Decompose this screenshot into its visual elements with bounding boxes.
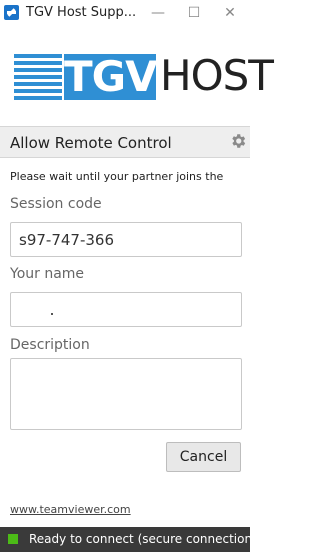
description-field[interactable] — [10, 358, 242, 430]
cancel-button[interactable]: Cancel — [166, 442, 241, 472]
wait-message: Please wait until your partner joins the — [10, 170, 224, 183]
gear-icon[interactable] — [229, 132, 247, 150]
close-button[interactable]: ✕ — [212, 0, 248, 26]
section-title: Allow Remote Control — [10, 134, 172, 152]
status-text: Ready to connect (secure connection) — [29, 532, 257, 546]
logo-stripes — [14, 54, 62, 100]
logo-brand-box: TGV — [64, 52, 158, 101]
window-title: TGV Host Supp... — [26, 5, 137, 20]
text-cursor-mark — [51, 313, 53, 315]
session-code-label: Session code — [10, 196, 102, 212]
website-link[interactable]: www.teamviewer.com — [10, 503, 131, 516]
description-label: Description — [10, 337, 90, 353]
logo-brand-text: HOST — [160, 51, 274, 100]
maximize-button[interactable]: ☐ — [176, 0, 212, 26]
your-name-field[interactable] — [10, 292, 242, 327]
window-titlebar: TGV Host Supp... — ☐ ✕ — [0, 0, 250, 26]
status-bar: Ready to connect (secure connection) — [0, 527, 257, 552]
section-header: Allow Remote Control — [0, 126, 250, 158]
minimize-button[interactable]: — — [140, 0, 176, 26]
your-name-label: Your name — [10, 266, 85, 282]
session-code-field[interactable]: s97-747-366 — [10, 222, 242, 257]
connection-status-icon — [8, 534, 18, 544]
app-icon — [4, 5, 19, 20]
